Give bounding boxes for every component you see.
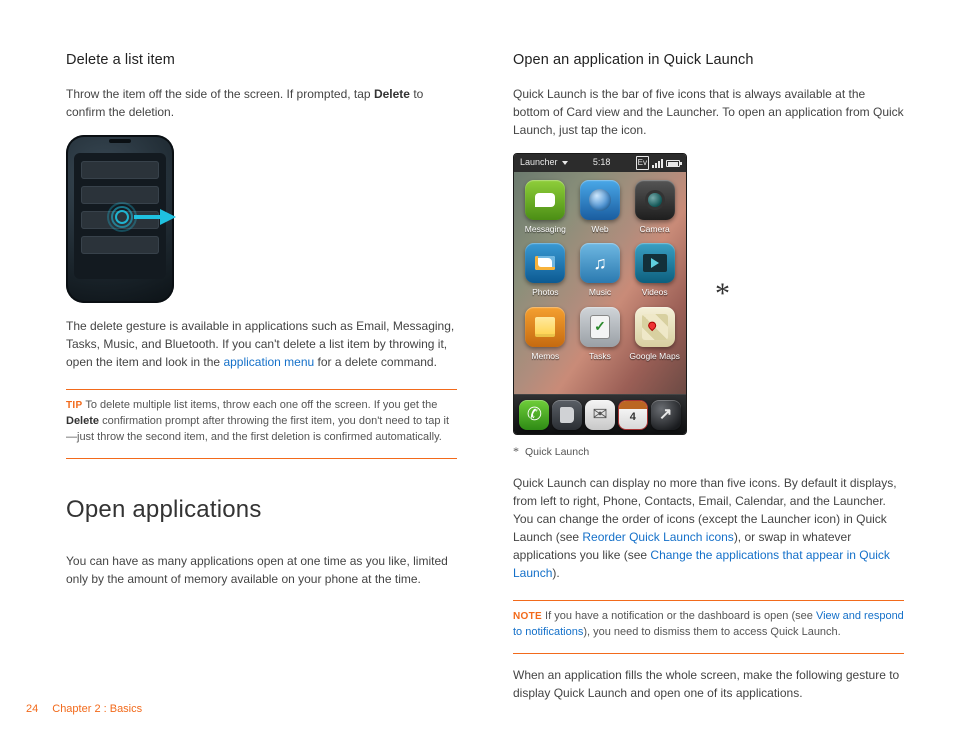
note-divider-top bbox=[513, 600, 904, 601]
signal-icon bbox=[652, 159, 663, 168]
link-reorder-ql-icons[interactable]: Reorder Quick Launch icons bbox=[582, 530, 733, 544]
page-footer: 24 Chapter 2 : Basics bbox=[26, 702, 142, 718]
app-memos[interactable]: Memos bbox=[520, 307, 571, 362]
ql-contacts-icon[interactable] bbox=[552, 400, 582, 430]
note-callout: NOTE If you have a notification or the d… bbox=[513, 609, 904, 649]
heading-open-applications: Open applications bbox=[66, 493, 457, 528]
heading-delete-list-item: Delete a list item bbox=[66, 50, 457, 71]
tip-callout: TIP To delete multiple list items, throw… bbox=[66, 398, 457, 454]
note-label: NOTE bbox=[513, 611, 542, 622]
status-bar: Launcher 5:18 Ev bbox=[514, 154, 686, 172]
ql-phone-icon[interactable] bbox=[519, 400, 549, 430]
para-ql-body: Quick Launch can display no more than fi… bbox=[513, 474, 904, 582]
page-number: 24 bbox=[26, 702, 38, 718]
list-row bbox=[81, 236, 159, 254]
ql-email-icon[interactable] bbox=[585, 400, 615, 430]
app-videos[interactable]: Videos bbox=[629, 243, 680, 298]
link-application-menu[interactable]: application menu bbox=[223, 355, 314, 369]
battery-icon bbox=[666, 160, 680, 167]
music-icon bbox=[580, 243, 620, 283]
left-column: Delete a list item Throw the item off th… bbox=[66, 50, 457, 716]
right-column: Open an application in Quick Launch Quic… bbox=[513, 50, 904, 716]
ql-calendar-icon[interactable]: 4 bbox=[618, 400, 648, 430]
app-web[interactable]: Web bbox=[575, 180, 626, 235]
para-open-apps: You can have as many applications open a… bbox=[66, 552, 457, 588]
web-icon bbox=[580, 180, 620, 220]
statusbar-title: Launcher bbox=[520, 156, 558, 169]
tip-label: TIP bbox=[66, 400, 82, 411]
list-row bbox=[81, 186, 159, 204]
memos-icon bbox=[525, 307, 565, 347]
para-ql-intro: Quick Launch is the bar of five icons th… bbox=[513, 85, 904, 139]
app-photos[interactable]: Photos bbox=[520, 243, 571, 298]
heading-open-in-quick-launch: Open an application in Quick Launch bbox=[513, 50, 904, 71]
para-throw-off: Throw the item off the side of the scree… bbox=[66, 85, 457, 121]
app-messaging[interactable]: Messaging bbox=[520, 180, 571, 235]
chapter-label: Chapter 2 : Basics bbox=[52, 702, 142, 718]
para-gesture-availability: The delete gesture is available in appli… bbox=[66, 317, 457, 371]
list-row bbox=[81, 161, 159, 179]
videos-icon bbox=[635, 243, 675, 283]
camera-icon bbox=[635, 180, 675, 220]
statusbar-time: 5:18 bbox=[593, 156, 611, 169]
tip-divider-top bbox=[66, 389, 457, 390]
para-final: When an application fills the whole scre… bbox=[513, 666, 904, 702]
phone-outline bbox=[66, 135, 174, 303]
app-camera[interactable]: Camera bbox=[629, 180, 680, 235]
dropdown-icon bbox=[562, 161, 568, 165]
app-tasks[interactable]: Tasks bbox=[575, 307, 626, 362]
photos-icon bbox=[525, 243, 565, 283]
callout-asterisk-icon: * bbox=[715, 279, 730, 309]
google-maps-icon bbox=[635, 307, 675, 347]
app-google-maps[interactable]: Google Maps bbox=[629, 307, 680, 362]
delete-gesture-illustration bbox=[66, 135, 457, 303]
tasks-icon bbox=[580, 307, 620, 347]
launcher-screenshot: Launcher 5:18 Ev Messaging Web Camera bbox=[513, 153, 687, 435]
list-row bbox=[81, 211, 159, 229]
phone-screen bbox=[74, 153, 166, 279]
quick-launch-bar: 4 bbox=[514, 394, 686, 434]
tip-divider-bottom bbox=[66, 458, 457, 459]
launcher-app-grid: Messaging Web Camera Photos Music Videos… bbox=[514, 172, 686, 394]
screenshot-caption: *Quick Launch bbox=[513, 443, 904, 460]
messaging-icon bbox=[525, 180, 565, 220]
network-badge: Ev bbox=[636, 156, 649, 170]
ql-launcher-icon[interactable] bbox=[651, 400, 681, 430]
note-divider-bottom bbox=[513, 653, 904, 654]
app-music[interactable]: Music bbox=[575, 243, 626, 298]
